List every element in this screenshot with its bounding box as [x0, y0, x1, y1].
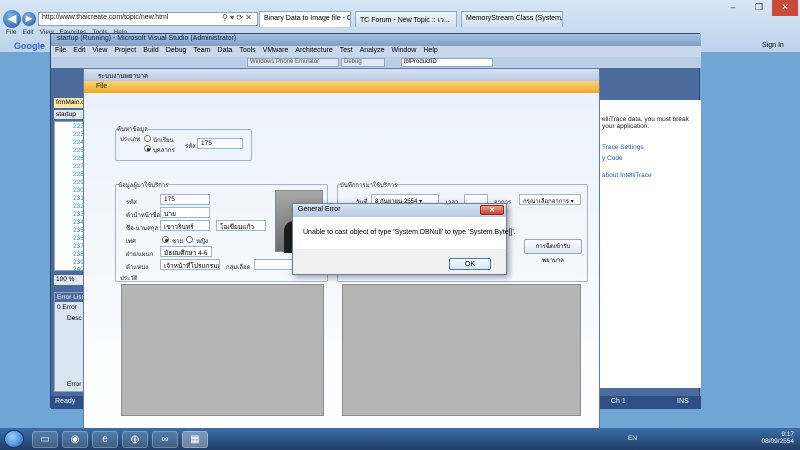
vs-menu-data[interactable]: Data — [218, 47, 233, 54]
about-intellitrace-link[interactable]: about IntelliTrace — [602, 172, 697, 179]
intellitrace-text-2: your application. — [602, 123, 650, 130]
radio-student[interactable] — [144, 135, 151, 142]
department-field[interactable]: มัธยมศึกษา 4-6 — [160, 246, 212, 257]
status-ins: INS — [677, 398, 689, 405]
maximize-button[interactable]: ❐ — [746, 0, 772, 16]
symptom-value: กรุณาเลือกอาการ — [523, 199, 569, 205]
close-button[interactable]: ✕ — [772, 0, 798, 16]
vs-menu-file[interactable]: File — [55, 47, 66, 54]
intellitrace-panel: elliTrace data, you must break your appl… — [597, 100, 701, 388]
vs-menu-architecture[interactable]: Architecture — [295, 47, 332, 54]
search-id-field[interactable]: 175 — [197, 138, 243, 149]
tab-binary-data[interactable]: Binary Data to Image file - C# — [259, 11, 351, 27]
radio-male[interactable] — [162, 236, 169, 243]
back-icon[interactable]: ◀ — [3, 10, 21, 28]
system-clock[interactable]: 9:17 08/09/2554 — [761, 431, 794, 445]
fullname-label: ชื่อ-นามสกุล — [126, 226, 159, 232]
record-panel[interactable] — [342, 284, 581, 416]
minimize-button[interactable]: – — [720, 0, 746, 16]
vs-menu-team[interactable]: Team — [193, 47, 210, 54]
radio-male-label: ชาย — [172, 239, 183, 245]
app-menu-file[interactable]: File — [84, 81, 599, 93]
lastname-field[interactable]: โอเขียนแก้ว — [216, 220, 266, 231]
member-select[interactable]: lblProductID — [401, 58, 493, 67]
radio-staff[interactable] — [144, 145, 151, 152]
google-toolbar-logo[interactable]: Google — [14, 41, 45, 51]
search-group-title: ค้นหาข้อมูล — [117, 124, 148, 134]
windows-taskbar: ▭ ◉ e ◍ ∞ ▦ EN 9:17 08/09/2554 — [0, 428, 800, 450]
prefix-field[interactable]: นาย — [160, 207, 210, 218]
sex-label: เพศ — [126, 239, 136, 245]
vs-menu-window[interactable]: Window — [391, 47, 416, 54]
status-ready: Ready — [55, 398, 76, 405]
department-label: ฝ่าย/แผนก — [126, 252, 154, 258]
internet-explorer-icon[interactable]: e — [92, 431, 118, 448]
dialog-ok-button[interactable]: OK — [449, 258, 491, 270]
search-id-label: รหัส — [185, 144, 196, 150]
start-button[interactable] — [4, 430, 24, 448]
position-field[interactable]: เจ้าหน้าที่โปรแกรมเมอร์ — [160, 259, 220, 270]
radio-female[interactable] — [186, 236, 193, 243]
vs-menu-bar: File Edit View Project Build Debug Team Data Too… — [51, 46, 701, 57]
user-id-label: รหัส — [126, 200, 137, 206]
radio-staff-label: บุคลากร — [153, 148, 175, 154]
tab-tc-forum[interactable]: TC Forum - New Topic :: เว... — [355, 11, 457, 27]
vs-menu-tools[interactable]: Tools — [239, 47, 255, 54]
my-code-link[interactable]: y Code — [602, 155, 697, 162]
vs-menu-vmware[interactable]: VMware — [263, 47, 289, 54]
general-error-dialog: General Error ✕ Unable to cast object of… — [292, 203, 516, 275]
save-record-button[interactable]: การฉีดเข้ารับพยาบาล — [524, 239, 582, 264]
dialog-message: Unable to cast object of type 'System.DB… — [303, 229, 516, 236]
language-indicator[interactable]: EN — [628, 435, 637, 442]
clock-date: 08/09/2554 — [761, 438, 794, 445]
blood-label: กลุ่มเลือด — [226, 265, 251, 271]
vs-menu-test[interactable]: Test — [340, 47, 353, 54]
config-select[interactable]: Debug — [341, 58, 385, 67]
firstname-field[interactable]: เขาวรินทร์ — [160, 220, 210, 231]
type-label: ประเภท — [120, 137, 141, 143]
vs-toolbar: Windows Phone Emulator Debug lblProductI… — [51, 57, 701, 68]
search-icon[interactable]: ⚲ ▾ ⟳ ✕ — [222, 13, 252, 22]
vs-title-bar: startup (Running) - Microsoft Visual Stu… — [51, 34, 701, 46]
vs-menu-analyze[interactable]: Analyze — [360, 47, 385, 54]
tab-memorystream[interactable]: MemoryStream Class (System.I... — [461, 11, 563, 27]
sign-in-link[interactable]: Sign In — [762, 42, 784, 49]
firefox-icon[interactable]: ◍ — [122, 431, 148, 448]
prefix-label: คำนำหน้าชื่อ — [126, 213, 160, 219]
radio-female-label: หญิง — [196, 239, 208, 245]
status-column: Ch 1 — [611, 398, 626, 405]
radio-student-label: นักเรียน — [153, 138, 174, 144]
visual-studio-icon[interactable]: ∞ — [152, 431, 178, 448]
app-title: ระบบงานพยาบาล — [84, 69, 599, 81]
history-label: ประวัติ — [120, 276, 138, 282]
dialog-title: General Error — [293, 204, 506, 217]
intellitrace-settings-link[interactable]: Trace Settings — [602, 144, 697, 151]
blood-field[interactable] — [254, 259, 294, 270]
chrome-icon[interactable]: ◉ — [62, 431, 88, 448]
user-info-title: ข้อมูลผู้มาใช้บริการ — [118, 180, 169, 190]
vs-menu-help[interactable]: Help — [423, 47, 437, 54]
intellitrace-text-1: elliTrace data, you must break — [602, 116, 689, 123]
menu-file[interactable]: File — [6, 29, 16, 36]
clock-time: 9:17 — [781, 431, 794, 438]
menu-edit[interactable]: Edit — [22, 29, 33, 36]
history-panel[interactable] — [121, 284, 324, 416]
folder-icon[interactable]: ▭ — [32, 431, 58, 448]
forward-icon[interactable]: ▶ — [22, 12, 36, 26]
user-id-field[interactable]: 175 — [160, 194, 210, 205]
position-label: ตำแหน่ง — [126, 265, 149, 271]
vs-menu-project[interactable]: Project — [114, 47, 136, 54]
app-icon[interactable]: ▦ — [182, 431, 208, 448]
record-group-title: บันทึกการมาใช้บริการ — [340, 180, 398, 190]
vs-menu-view[interactable]: View — [92, 47, 107, 54]
vs-menu-build[interactable]: Build — [143, 47, 159, 54]
symptom-select[interactable]: กรุณาเลือกอาการ ▾ — [519, 194, 581, 205]
dialog-close-button[interactable]: ✕ — [480, 205, 504, 215]
vs-menu-edit[interactable]: Edit — [73, 47, 85, 54]
emulator-select[interactable]: Windows Phone Emulator — [247, 58, 339, 67]
vs-menu-debug[interactable]: Debug — [166, 47, 187, 54]
